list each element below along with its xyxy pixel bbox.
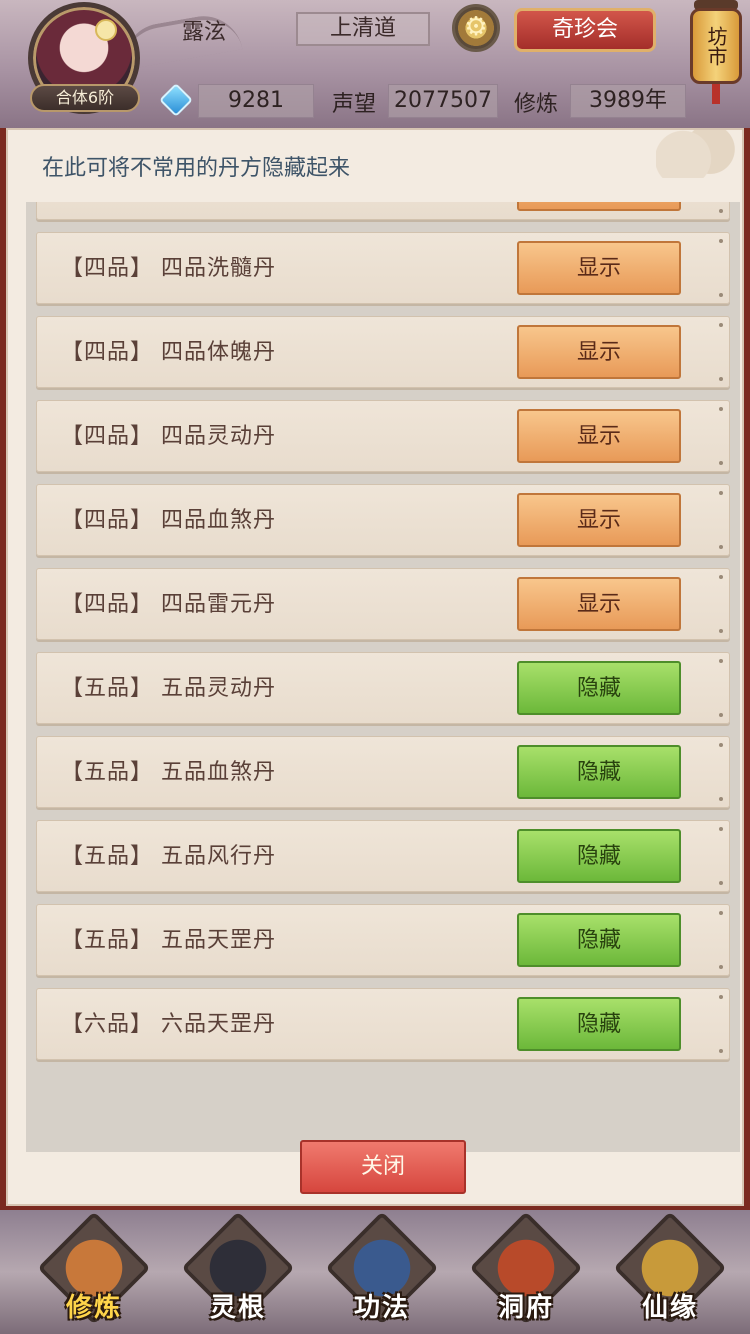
spirit-stone-count: 9281 <box>198 84 314 118</box>
recipe-name: 【四品】 四品洗髓丹 <box>61 256 276 281</box>
nav-label: 仙缘 <box>641 1293 698 1323</box>
recipe-row: 【四品】 四品体魄丹 显示 <box>36 316 730 388</box>
recipe-row: 【四品】 四品血煞丹 显示 <box>36 484 730 556</box>
recipe-row: 【三品】 三品风行丹 显示 <box>36 202 730 220</box>
realm-badge: 合体6阶 <box>30 84 140 112</box>
cultivation-years: 3989年 <box>570 84 686 118</box>
nav-item-5[interactable]: 仙缘 <box>613 1211 727 1330</box>
recipe-name: 【四品】 四品血煞丹 <box>61 508 276 533</box>
cloud-ornament <box>656 130 746 178</box>
cultivation-label: 修炼 <box>514 92 559 117</box>
sect-name: 上清道 <box>296 12 430 46</box>
nav-item-3[interactable]: 功法 <box>325 1211 439 1330</box>
lantern-tassel <box>712 84 720 104</box>
recipe-name: 【五品】 五品风行丹 <box>61 844 276 869</box>
recipe-row: 【四品】 四品洗髓丹 显示 <box>36 232 730 304</box>
recipe-name: 【三品】 三品风行丹 <box>61 202 276 221</box>
hide-recipe-button[interactable]: 隐藏 <box>517 661 681 715</box>
prestige-label: 声望 <box>332 92 377 117</box>
dialog-body: 在此可将不常用的丹方隐藏起来 【三品】 三品风行丹显示【四品】 四品洗髓丹显示【… <box>6 128 746 1206</box>
hide-recipe-button[interactable]: 隐藏 <box>517 745 681 799</box>
nav-item-1[interactable]: 修炼 <box>37 1211 151 1330</box>
treasure-auction-button[interactable]: 奇珍会 <box>514 8 656 52</box>
recipe-name: 【六品】 六品天罡丹 <box>61 1012 276 1037</box>
recipe-name: 【四品】 四品灵动丹 <box>61 424 276 449</box>
recipe-row: 【五品】 五品血煞丹 隐藏 <box>36 736 730 808</box>
top-status-bar: 合体6阶 露泫 上清道 ⚙ 奇珍会 坊市 9281 声望 2077507 修炼 … <box>0 0 750 128</box>
player-name: 露泫 <box>182 20 227 45</box>
recipe-row: 【五品】 五品风行丹 隐藏 <box>36 820 730 892</box>
recipe-name: 【五品】 五品血煞丹 <box>61 760 276 785</box>
nav-label: 灵根 <box>209 1293 266 1323</box>
recipe-row: 【四品】 四品灵动丹 显示 <box>36 400 730 472</box>
hide-recipe-button[interactable]: 隐藏 <box>517 997 681 1051</box>
recipe-name: 【五品】 五品灵动丹 <box>61 676 276 701</box>
prestige-value: 2077507 <box>388 84 498 118</box>
market-label: 坊市 <box>690 8 742 84</box>
show-recipe-button[interactable]: 显示 <box>517 493 681 547</box>
recipe-name: 【五品】 五品天罡丹 <box>61 928 276 953</box>
show-recipe-button[interactable]: 显示 <box>517 241 681 295</box>
show-recipe-button[interactable]: 显示 <box>517 409 681 463</box>
nav-item-4[interactable]: 洞府 <box>469 1211 583 1330</box>
dialog-hint: 在此可将不常用的丹方隐藏起来 <box>42 156 351 181</box>
spirit-stone-icon <box>159 83 193 117</box>
nav-label: 洞府 <box>497 1293 554 1323</box>
show-recipe-button[interactable]: 显示 <box>517 325 681 379</box>
hide-recipe-button[interactable]: 隐藏 <box>517 913 681 967</box>
recipe-name: 【四品】 四品体魄丹 <box>61 340 276 365</box>
hair-flower-icon <box>95 19 117 41</box>
show-recipe-button[interactable]: 显示 <box>517 577 681 631</box>
close-button[interactable]: 关闭 <box>300 1140 466 1194</box>
hide-recipe-button[interactable]: 隐藏 <box>517 829 681 883</box>
recipe-visibility-dialog: 在此可将不常用的丹方隐藏起来 【三品】 三品风行丹显示【四品】 四品洗髓丹显示【… <box>0 128 750 1210</box>
market-lantern-button[interactable]: 坊市 <box>690 0 742 104</box>
recipe-row: 【五品】 五品灵动丹 隐藏 <box>36 652 730 724</box>
nav-label: 功法 <box>353 1293 410 1323</box>
recipe-name: 【四品】 四品雷元丹 <box>61 592 276 617</box>
recipe-row: 【六品】 六品天罡丹 隐藏 <box>36 988 730 1060</box>
nav-label: 修炼 <box>65 1293 122 1323</box>
nav-item-2[interactable]: 灵根 <box>181 1211 295 1330</box>
bottom-navigation: 修炼 灵根 功法 洞府 仙缘 <box>0 1210 750 1334</box>
show-recipe-button[interactable]: 显示 <box>517 202 681 211</box>
settings-gear-icon[interactable]: ⚙ <box>452 4 500 52</box>
recipe-row: 【四品】 四品雷元丹 显示 <box>36 568 730 640</box>
recipe-list[interactable]: 【三品】 三品风行丹显示【四品】 四品洗髓丹显示【四品】 四品体魄丹显示【四品】… <box>26 202 740 1152</box>
recipe-row: 【五品】 五品天罡丹 隐藏 <box>36 904 730 976</box>
